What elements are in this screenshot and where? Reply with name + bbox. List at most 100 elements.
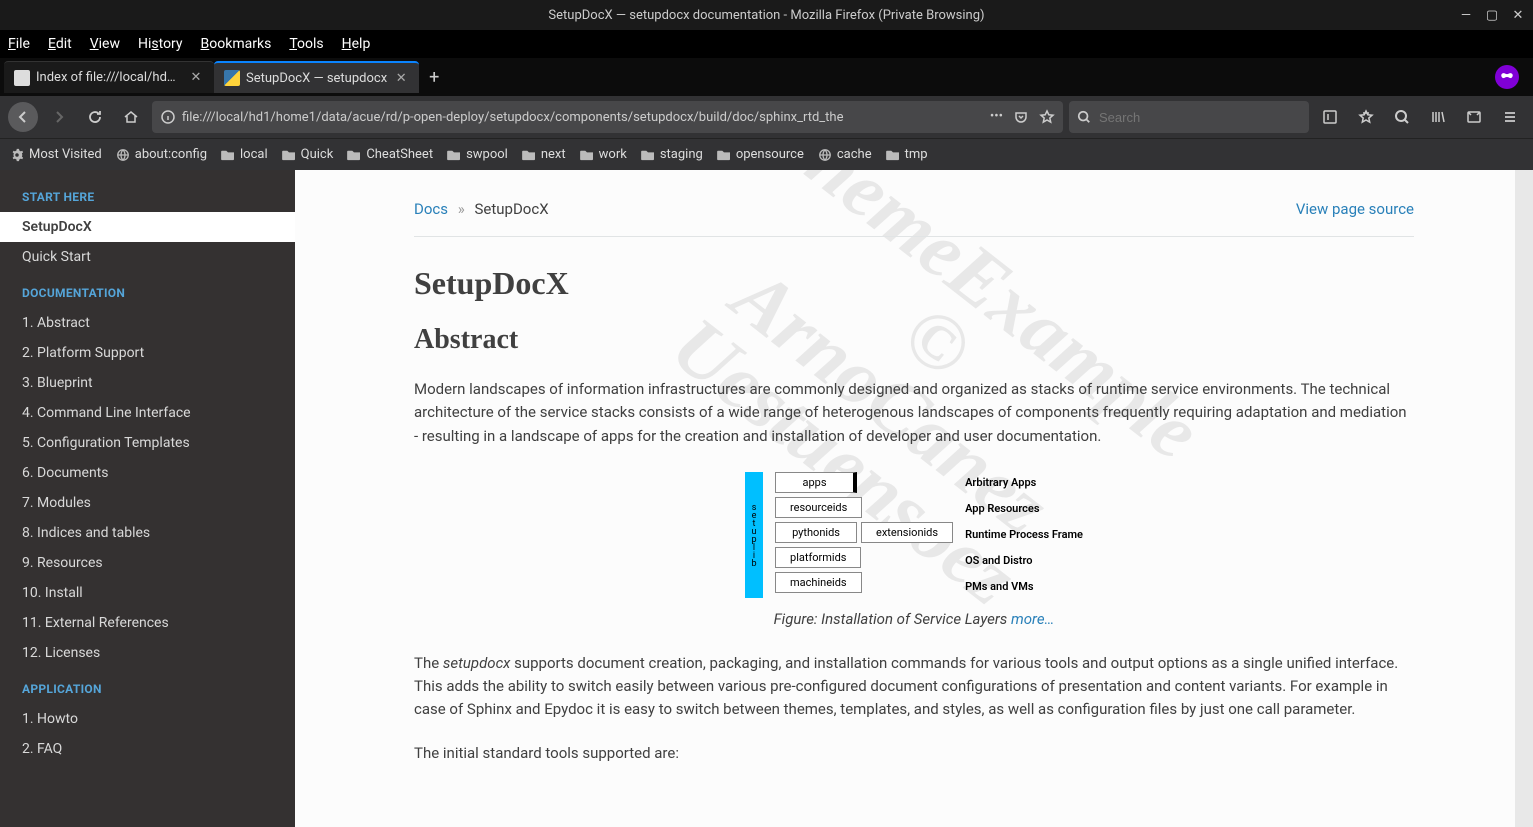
sidebar-item[interactable]: 1. Howto — [0, 704, 295, 734]
sidebar-item[interactable]: 4. Command Line Interface — [0, 398, 295, 428]
sidebar-item[interactable]: SetupDocX — [0, 212, 295, 242]
bookmark-item[interactable]: opensource — [717, 147, 804, 162]
bookmark-item[interactable]: CheatSheet — [347, 147, 433, 162]
abstract-p3: The initial standard tools supported are… — [414, 742, 1414, 765]
search-icon[interactable] — [1387, 102, 1417, 132]
bookmark-item[interactable]: work — [580, 147, 627, 162]
bookmark-item[interactable]: Quick — [282, 147, 334, 162]
diagram-box: extensionids — [861, 522, 953, 543]
navigation-bar: file:///local/hd1/home1/data/acue/rd/p-o… — [0, 96, 1533, 138]
python-icon — [224, 70, 240, 86]
tab-bar: Index of file:///local/hd1/h ✕ SetupDocX… — [0, 58, 1533, 96]
search-input[interactable] — [1099, 110, 1301, 125]
menu-bar: File Edit View History Bookmarks Tools H… — [0, 30, 1533, 58]
sidebar-item[interactable]: 5. Configuration Templates — [0, 428, 295, 458]
reader-icon[interactable] — [1315, 102, 1345, 132]
sidebar-item[interactable]: 6. Documents — [0, 458, 295, 488]
sidebar-item[interactable]: 10. Install — [0, 578, 295, 608]
bookmark-item[interactable]: staging — [641, 147, 703, 162]
search-bar[interactable] — [1069, 101, 1309, 133]
sidebar-item[interactable]: 9. Resources — [0, 548, 295, 578]
sidebar-section-heading: START HERE — [0, 176, 295, 212]
figure: setuplib apps resourceids pythonidsextensio… — [414, 472, 1414, 628]
diagram-box: platformids — [775, 547, 861, 568]
sidebar-item[interactable]: 11. External References — [0, 608, 295, 638]
tab-close-icon[interactable]: ✕ — [188, 70, 204, 85]
reload-button[interactable] — [80, 102, 110, 132]
diagram-box: pythonids — [775, 522, 857, 543]
figure-more-link[interactable]: more… — [1011, 610, 1054, 628]
menu-bookmarks[interactable]: Bookmarks — [201, 36, 272, 52]
bookmarks-bar: Most Visited about:config local Quick CheatS… — [0, 138, 1533, 170]
maximize-button[interactable]: ▢ — [1485, 8, 1499, 22]
bookmark-item[interactable]: next — [522, 147, 566, 162]
view-source-link[interactable]: View page source — [1296, 200, 1414, 218]
sidebar-icon[interactable] — [1459, 102, 1489, 132]
scrollbar[interactable] — [1515, 170, 1533, 827]
tab-0[interactable]: Index of file:///local/hd1/h ✕ — [4, 61, 214, 93]
bookmark-item[interactable]: cache — [818, 147, 872, 162]
menu-file[interactable]: File — [8, 36, 30, 52]
sidebar-item[interactable]: 7. Modules — [0, 488, 295, 518]
sidebar-item[interactable]: 12. Licenses — [0, 638, 295, 668]
section-heading: Abstract — [414, 324, 1414, 356]
breadcrumb-current: SetupDocX — [475, 200, 549, 218]
page-title: SetupDocX — [414, 265, 1414, 302]
diagram-label: Arbitrary Apps — [965, 472, 1083, 494]
sidebar-section-heading: APPLICATION — [0, 668, 295, 704]
diagram-box: machineids — [775, 572, 862, 593]
info-icon — [160, 109, 176, 125]
downloads-icon[interactable] — [1351, 102, 1381, 132]
url-text: file:///local/hd1/home1/data/acue/rd/p-o… — [182, 110, 984, 125]
bookmark-item[interactable]: about:config — [116, 147, 207, 162]
window-titlebar: SetupDocX — setupdocx documentation - Mo… — [0, 0, 1533, 30]
menu-history[interactable]: History — [138, 36, 183, 52]
url-bar[interactable]: file:///local/hd1/home1/data/acue/rd/p-o… — [152, 101, 1063, 133]
menu-tools[interactable]: Tools — [289, 36, 323, 52]
diagram-label: OS and Distro — [965, 550, 1083, 572]
main-content[interactable]: ThemeExample©ArnoCanezUestuensoez Docs »… — [295, 170, 1533, 827]
tab-close-icon[interactable]: ✕ — [393, 71, 409, 86]
sidebar-item[interactable]: 1. Abstract — [0, 308, 295, 338]
window-title: SetupDocX — setupdocx documentation - Mo… — [548, 8, 984, 23]
app-menu-icon[interactable] — [1495, 102, 1525, 132]
breadcrumb: Docs » SetupDocX View page source — [414, 200, 1414, 237]
sidebar-section-heading: DOCUMENTATION — [0, 272, 295, 308]
sidebar-item[interactable]: 2. Platform Support — [0, 338, 295, 368]
file-icon — [14, 70, 30, 86]
breadcrumb-root[interactable]: Docs — [414, 200, 448, 218]
minimize-button[interactable]: — — [1459, 8, 1473, 22]
forward-button[interactable] — [44, 102, 74, 132]
bookmark-item[interactable]: local — [221, 147, 268, 162]
new-tab-button[interactable]: + — [419, 67, 449, 88]
private-browsing-icon — [1495, 65, 1519, 89]
tab-1[interactable]: SetupDocX — setupdocx ✕ — [214, 61, 419, 93]
sidebar-item[interactable]: 8. Indices and tables — [0, 518, 295, 548]
bookmark-item[interactable]: Most Visited — [10, 147, 102, 162]
more-icon[interactable]: ••• — [990, 109, 1003, 125]
sidebar-item[interactable]: 2. FAQ — [0, 734, 295, 764]
bookmark-star-icon[interactable] — [1039, 109, 1055, 125]
abstract-p1: Modern landscapes of information infrast… — [414, 378, 1414, 448]
docs-sidebar[interactable]: START HERESetupDocXQuick StartDOCUMENTAT… — [0, 170, 295, 827]
diagram-label: App Resources — [965, 498, 1083, 520]
close-button[interactable]: ✕ — [1511, 8, 1525, 22]
pocket-icon[interactable] — [1013, 109, 1029, 125]
abstract-p2: The setupdocx supports document creation… — [414, 652, 1414, 722]
sidebar-item[interactable]: Quick Start — [0, 242, 295, 272]
diagram-label: Runtime Process Frame — [965, 524, 1083, 546]
diagram-box: apps — [775, 472, 857, 493]
sidebar-item[interactable]: 3. Blueprint — [0, 368, 295, 398]
back-button[interactable] — [8, 102, 38, 132]
diagram-label: PMs and VMs — [965, 576, 1083, 598]
bookmark-item[interactable]: tmp — [886, 147, 928, 162]
menu-view[interactable]: View — [90, 36, 120, 52]
home-button[interactable] — [116, 102, 146, 132]
diagram-box: resourceids — [775, 497, 862, 518]
search-icon — [1077, 110, 1091, 124]
library-icon[interactable] — [1423, 102, 1453, 132]
menu-edit[interactable]: Edit — [48, 36, 72, 52]
diagram-side-label: setuplib — [745, 472, 763, 598]
bookmark-item[interactable]: swpool — [447, 147, 508, 162]
menu-help[interactable]: Help — [342, 36, 371, 52]
